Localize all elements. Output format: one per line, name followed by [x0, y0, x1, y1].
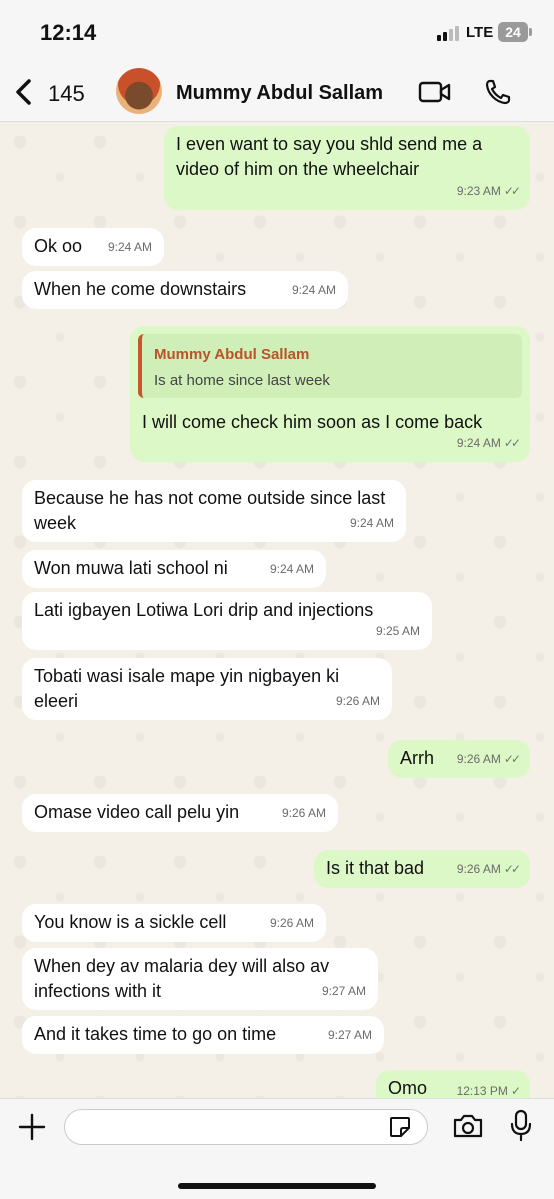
message-text: When he come downstairs	[34, 279, 247, 299]
compose-bar	[0, 1098, 554, 1199]
single-check-icon: ✓	[510, 1084, 521, 1098]
message-meta: 9:26 AM ✓✓	[456, 862, 521, 876]
chevron-left-icon	[16, 79, 31, 105]
attach-button[interactable]	[16, 1111, 48, 1148]
message-bubble-incoming[interactable]: Won muwa lati school ni 9:24 AM	[22, 550, 326, 588]
voice-call-button[interactable]	[484, 78, 512, 111]
phone-icon	[485, 79, 511, 105]
message-text: And it takes time to go on time	[34, 1024, 277, 1044]
plus-icon	[18, 1113, 46, 1141]
battery-icon: 24	[498, 22, 532, 42]
quoted-text: Is at home since last week	[154, 372, 330, 389]
message-bubble-incoming[interactable]: You know is a sickle cell 9:26 AM	[22, 904, 326, 942]
message-meta: 9:23 AM ✓✓	[456, 184, 521, 198]
quoted-message[interactable]: Mummy Abdul Sallam Is at home since last…	[138, 334, 522, 398]
message-text: I even want to say you shld send me a vi…	[176, 134, 483, 179]
message-bubble-outgoing[interactable]: Omo 12:13 PM ✓	[376, 1070, 530, 1098]
message-bubble-incoming[interactable]: Tobati wasi isale mape yin nigbayen ki e…	[22, 658, 392, 720]
message-bubble-incoming[interactable]: Lati igbayen Lotiwa Lori drip and inject…	[22, 592, 432, 650]
message-bubble-outgoing[interactable]: Is it that bad 9:26 AM ✓✓	[314, 850, 530, 888]
message-bubble-incoming[interactable]: Omase video call pelu yin 9:26 AM	[22, 794, 338, 832]
message-bubble-outgoing[interactable]: Arrh 9:26 AM ✓✓	[388, 740, 530, 778]
message-bubble-incoming[interactable]: Ok oo 9:24 AM	[22, 228, 164, 266]
message-meta: 9:26 AM	[281, 806, 326, 820]
chat-header: 145 Mummy Abdul Sallam	[0, 62, 554, 122]
sticker-icon	[390, 1117, 410, 1137]
message-text: I will come check him soon as I come bac…	[142, 412, 483, 432]
status-bar: 12:14 LTE 24	[0, 0, 554, 62]
message-text: Lati igbayen Lotiwa Lori drip and inject…	[34, 600, 374, 620]
video-camera-icon	[418, 81, 451, 103]
message-meta: 9:24 AM	[349, 516, 394, 530]
message-text: Tobati wasi isale mape yin nigbayen ki e…	[34, 666, 340, 711]
message-meta: 9:24 AM ✓✓	[456, 436, 521, 450]
video-call-button[interactable]	[418, 80, 452, 109]
message-text: Because he has not come outside since la…	[34, 488, 386, 533]
message-text: When dey av malaria dey will also av inf…	[34, 956, 330, 1001]
camera-icon	[453, 1114, 483, 1138]
sticker-button[interactable]	[388, 1115, 412, 1144]
double-check-icon: ✓✓	[503, 436, 521, 450]
quoted-sender: Mummy Abdul Sallam	[154, 346, 310, 363]
message-meta: 9:26 AM	[269, 916, 314, 930]
signal-icon	[437, 25, 461, 41]
message-input[interactable]	[64, 1109, 428, 1145]
double-check-icon: ✓✓	[503, 862, 521, 876]
message-meta: 9:24 AM	[291, 283, 336, 297]
message-bubble-incoming[interactable]: When he come downstairs 9:24 AM	[22, 271, 348, 309]
status-time: 12:14	[40, 20, 97, 45]
message-bubble-outgoing[interactable]: I even want to say you shld send me a vi…	[164, 126, 530, 210]
message-meta: 9:27 AM	[327, 1028, 372, 1042]
message-meta: 12:13 PM ✓	[456, 1084, 521, 1098]
contact-name[interactable]: Mummy Abdul Sallam	[176, 82, 383, 105]
message-meta: 9:26 AM	[335, 694, 380, 708]
unread-count: 145	[48, 81, 85, 106]
message-meta: 9:24 AM	[107, 240, 152, 254]
message-bubble-incoming[interactable]: When dey av malaria dey will also av inf…	[22, 948, 378, 1010]
microphone-button[interactable]	[510, 1109, 532, 1148]
message-list[interactable]: I even want to say you shld send me a vi…	[0, 122, 554, 1098]
camera-button[interactable]	[452, 1113, 484, 1144]
double-check-icon: ✓✓	[503, 752, 521, 766]
message-bubble-outgoing-reply[interactable]: Mummy Abdul Sallam Is at home since last…	[130, 326, 530, 462]
double-check-icon: ✓✓	[503, 184, 521, 198]
message-bubble-incoming[interactable]: And it takes time to go on time 9:27 AM	[22, 1016, 384, 1054]
avatar[interactable]	[116, 68, 162, 114]
message-bubble-incoming[interactable]: Because he has not come outside since la…	[22, 480, 406, 542]
message-meta: 9:25 AM	[375, 624, 420, 638]
message-meta: 9:27 AM	[321, 984, 366, 998]
home-indicator	[178, 1183, 376, 1189]
message-meta: 9:26 AM ✓✓	[456, 752, 521, 766]
back-button[interactable]: 145	[14, 76, 94, 110]
network-label: LTE	[466, 24, 494, 41]
message-meta: 9:24 AM	[269, 562, 314, 576]
microphone-icon	[510, 1109, 532, 1142]
